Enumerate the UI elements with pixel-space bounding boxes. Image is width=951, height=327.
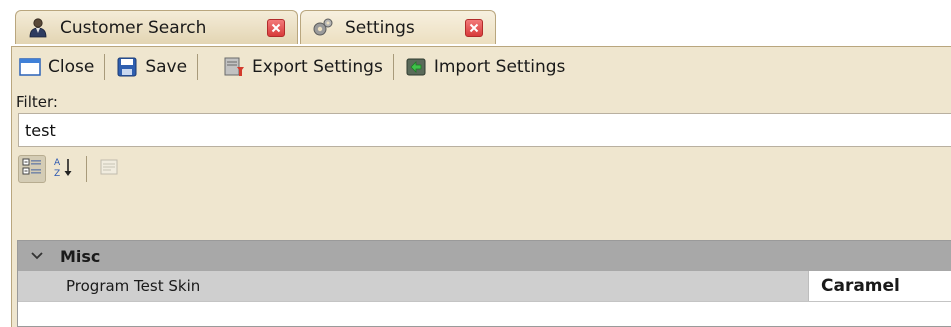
- grid-divider: [18, 301, 951, 302]
- filter-input[interactable]: [18, 113, 951, 147]
- sort-alphabetical-icon: A Z: [53, 156, 75, 182]
- property-value[interactable]: Caramel: [808, 271, 951, 301]
- svg-text:A: A: [54, 158, 61, 168]
- categorized-view-button[interactable]: [18, 155, 46, 183]
- property-row[interactable]: Program Test Skin Caramel: [18, 271, 951, 301]
- toolbar-divider: [197, 54, 199, 80]
- tab-settings[interactable]: Settings: [300, 10, 496, 44]
- property-name: Program Test Skin: [66, 277, 201, 295]
- window-close-icon: [18, 55, 42, 79]
- property-grid: Misc Program Test Skin Caramel: [17, 240, 951, 327]
- property-grid-toolbar: A Z: [18, 153, 123, 185]
- close-tab-icon[interactable]: [267, 19, 285, 37]
- toolbar-divider: [104, 54, 106, 80]
- tab-label: Settings: [345, 17, 415, 38]
- import-icon: [404, 55, 428, 79]
- save-icon: [115, 55, 139, 79]
- property-pages-button[interactable]: [95, 155, 123, 183]
- save-label: Save: [145, 57, 188, 77]
- export-settings-button[interactable]: Export Settings: [216, 50, 389, 84]
- tab-label: Customer Search: [60, 17, 207, 38]
- gears-icon: [311, 16, 335, 40]
- category-row-misc[interactable]: Misc: [18, 241, 951, 271]
- save-button[interactable]: Save: [109, 50, 193, 84]
- sort-alphabetical-button[interactable]: A Z: [50, 155, 78, 183]
- import-settings-button[interactable]: Import Settings: [398, 50, 572, 84]
- close-tab-icon[interactable]: [465, 19, 483, 37]
- tab-strip: Customer Search Settings: [0, 0, 951, 46]
- close-label: Close: [48, 57, 95, 77]
- svg-text:Z: Z: [54, 169, 60, 178]
- export-icon: [222, 55, 246, 79]
- property-pages-icon: [99, 157, 119, 181]
- export-settings-label: Export Settings: [252, 57, 383, 77]
- main-toolbar: Close Save Export Settings Import Settin…: [12, 47, 571, 87]
- chevron-down-icon[interactable]: [30, 251, 50, 261]
- tab-customer-search[interactable]: Customer Search: [15, 10, 298, 44]
- toolbar-divider: [392, 54, 394, 80]
- close-button[interactable]: Close: [12, 50, 100, 84]
- filter-label: Filter:: [16, 93, 58, 111]
- toolbar-divider: [86, 156, 87, 182]
- categorized-view-icon: [22, 157, 42, 181]
- person-search-icon: [26, 16, 50, 40]
- import-settings-label: Import Settings: [433, 57, 566, 77]
- category-label: Misc: [60, 246, 101, 266]
